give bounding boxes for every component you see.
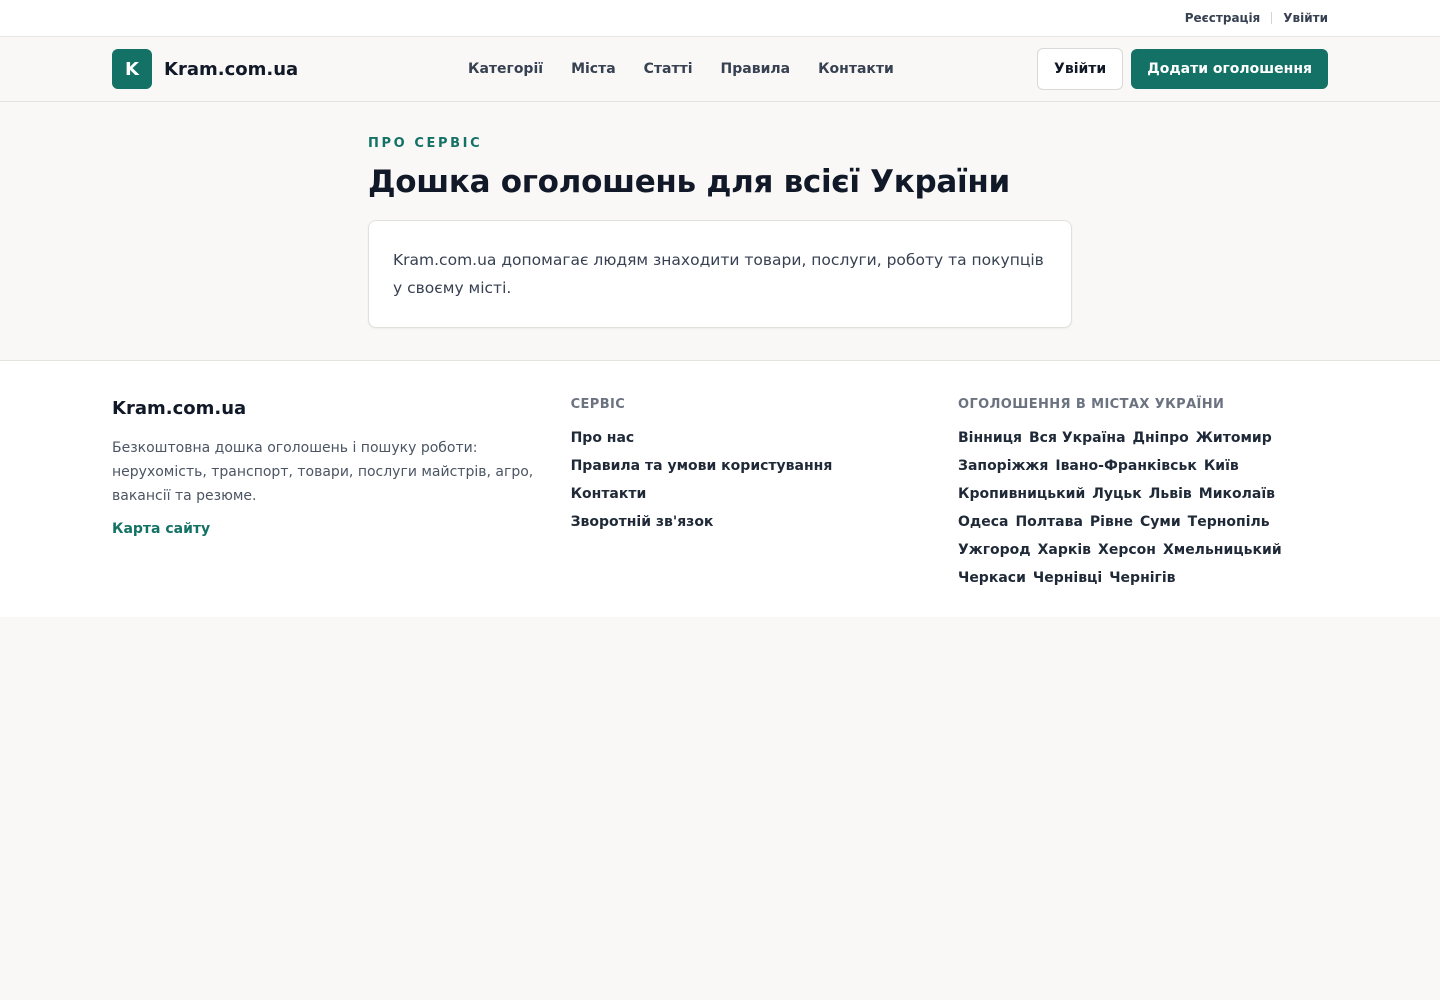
city-link[interactable]: Вінниця [958, 424, 1022, 452]
city-link[interactable]: Хмельницький [1163, 536, 1282, 564]
city-link[interactable]: Київ [1204, 452, 1239, 480]
city-link[interactable]: Кропивницький [958, 480, 1085, 508]
site-footer-inner: Kram.com.ua Безкоштовна дошка оголошень … [112, 361, 1328, 592]
add-listing-button[interactable]: Додати оголошення [1131, 49, 1328, 89]
city-link[interactable]: Ужгород [958, 536, 1031, 564]
site-logo[interactable]: K Kram.com.ua [112, 49, 298, 89]
topbar-divider [1271, 12, 1273, 24]
city-link[interactable]: Черкаси [958, 564, 1026, 592]
sitemap-link[interactable]: Карта сайту [112, 521, 571, 537]
about-card: Kram.com.ua допомагає людям знаходити то… [368, 220, 1072, 328]
city-link[interactable]: Одеса [958, 508, 1008, 536]
footer-description: Безкоштовна дошка оголошень і пошуку роб… [112, 440, 534, 504]
main-nav: Категорії Міста Статті Правила Контакти [468, 37, 922, 101]
section-eyebrow: ПРО СЕРВІС [368, 136, 483, 151]
city-link[interactable]: Рівне [1090, 508, 1133, 536]
footer-about-column: Kram.com.ua Безкоштовна дошка оголошень … [112, 395, 571, 592]
footer-link-contacts[interactable]: Контакти [571, 480, 958, 508]
footer-link-terms[interactable]: Правила та умови користування [571, 452, 958, 480]
main-content: ПРО СЕРВІС Дошка оголошень для всієї Укр… [368, 102, 1072, 360]
logo-text: Kram.com.ua [164, 58, 299, 80]
city-link[interactable]: Луцьк [1092, 480, 1142, 508]
city-link[interactable]: Тернопіль [1188, 508, 1270, 536]
login-button[interactable]: Увійти [1037, 48, 1124, 90]
nav-rules[interactable]: Правила [721, 61, 791, 77]
footer-brand: Kram.com.ua [112, 398, 247, 419]
city-link[interactable]: Херсон [1098, 536, 1156, 564]
city-link[interactable]: Полтава [1015, 508, 1082, 536]
city-link[interactable]: Чернівці [1033, 564, 1102, 592]
footer-cities-column: ОГОЛОШЕННЯ В МІСТАХ УКРАЇНИ Вінниця Вся … [958, 395, 1328, 592]
register-link[interactable]: Реєстрація [1185, 11, 1261, 25]
city-link[interactable]: Суми [1140, 508, 1181, 536]
footer-link-about[interactable]: Про нас [571, 424, 958, 452]
footer-cities-heading: ОГОЛОШЕННЯ В МІСТАХ УКРАЇНИ [958, 397, 1225, 412]
top-utility-bar: Реєстрація Увійти [0, 0, 1440, 37]
city-link[interactable]: Вся Україна [1029, 424, 1126, 452]
nav-categories[interactable]: Категорії [468, 61, 543, 77]
nav-articles[interactable]: Статті [644, 61, 693, 77]
nav-contacts[interactable]: Контакти [818, 61, 894, 77]
about-card-text: Kram.com.ua допомагає людям знаходити то… [393, 251, 1044, 297]
city-link[interactable]: Дніпро [1133, 424, 1189, 452]
top-utility-bar-inner: Реєстрація Увійти [112, 0, 1328, 36]
city-links: Вінниця Вся Україна Дніпро Житомир Запор… [958, 424, 1328, 592]
logo-mark: K [112, 49, 152, 89]
city-link[interactable]: Запоріжжя [958, 452, 1048, 480]
site-footer: Kram.com.ua Безкоштовна дошка оголошень … [0, 360, 1440, 617]
footer-link-feedback[interactable]: Зворотній зв'язок [571, 508, 958, 536]
city-link[interactable]: Івано-Франківськ [1055, 452, 1196, 480]
header-actions: Увійти Додати оголошення [1037, 48, 1328, 90]
topbar-login-link[interactable]: Увійти [1283, 11, 1328, 25]
city-link[interactable]: Житомир [1196, 424, 1272, 452]
footer-service-column: СЕРВІС Про нас Правила та умови користув… [571, 395, 958, 592]
site-header: K Kram.com.ua Категорії Міста Статті Пра… [0, 37, 1440, 102]
page-title: Дошка оголошень для всієї України [368, 164, 1010, 200]
city-link[interactable]: Харків [1038, 536, 1091, 564]
footer-service-links: Про нас Правила та умови користування Ко… [571, 424, 958, 536]
site-header-inner: K Kram.com.ua Категорії Міста Статті Пра… [112, 37, 1328, 101]
city-link[interactable]: Львів [1149, 480, 1192, 508]
footer-service-heading: СЕРВІС [570, 397, 626, 412]
city-link[interactable]: Миколаїв [1199, 480, 1275, 508]
city-link[interactable]: Чернігів [1109, 564, 1175, 592]
nav-cities[interactable]: Міста [571, 61, 616, 77]
